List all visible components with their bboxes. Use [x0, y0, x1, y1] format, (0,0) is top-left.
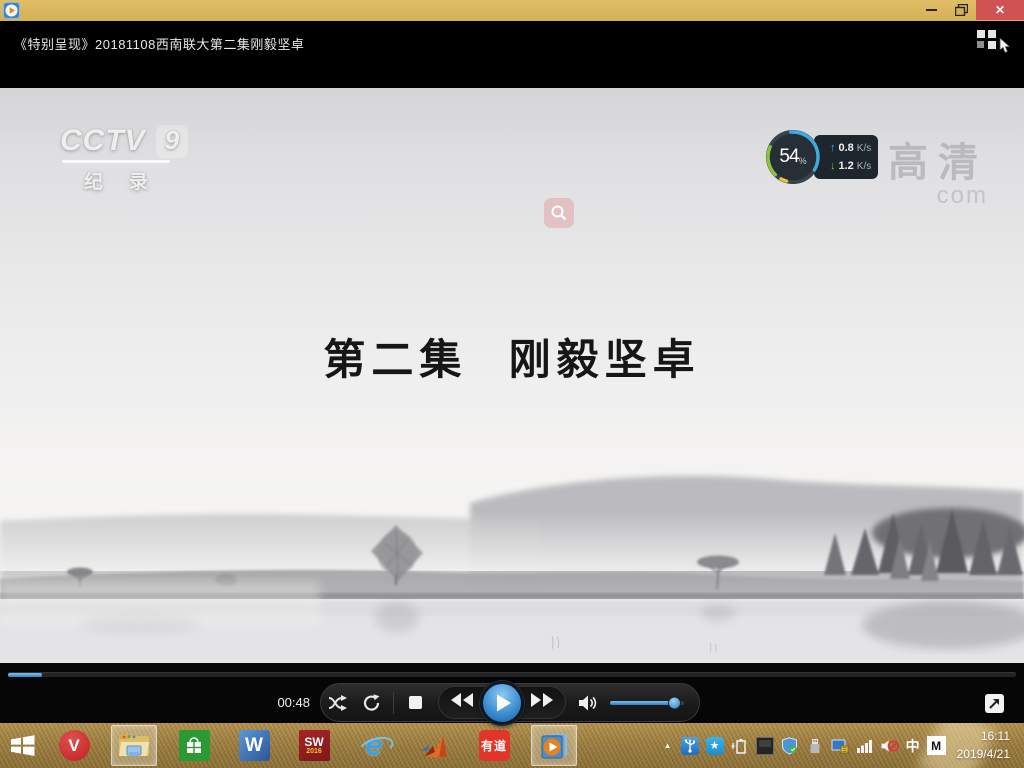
muted-speaker-icon[interactable] [881, 737, 899, 755]
fast-forward-button[interactable] [529, 692, 555, 713]
elapsed-time: 00:48 [240, 695, 310, 710]
taskbar-app-solidworks[interactable]: SW 2016 [291, 725, 337, 766]
power-plug-icon[interactable] [731, 737, 749, 755]
app-icon [3, 2, 20, 19]
channel-watermark: CCTV 9 纪录 [60, 124, 188, 194]
matlab-icon [419, 733, 449, 759]
video-title: 《特别呈现》20181108西南联大第二集刚毅坚卓 [14, 34, 304, 53]
playlist-grid-icon[interactable] [977, 30, 996, 49]
security-shield-icon[interactable] [781, 737, 799, 755]
internet-explorer-icon: e [357, 729, 391, 763]
seek-bar[interactable] [8, 672, 1016, 677]
upload-arrow-icon: ↑ [830, 142, 836, 154]
cbox-player-icon [538, 731, 570, 761]
taskbar-app-youdao[interactable]: 有道 [471, 725, 517, 766]
taskbar-clock[interactable]: 16:11 2019/4/21 [953, 728, 1018, 763]
replay-icon [362, 693, 382, 713]
network-speed-panel: ↑ 0.8 K/s ↓ 1.2 K/s [814, 135, 878, 179]
usb-drive-icon[interactable] [806, 737, 824, 755]
fast-forward-icon [529, 692, 555, 708]
solidworks-icon: SW 2016 [299, 730, 330, 761]
logo-underline [62, 160, 170, 163]
channel-number: 9 [156, 125, 188, 158]
volume-slider[interactable] [610, 701, 684, 705]
search-overlay-icon[interactable] [544, 198, 574, 228]
close-icon: ✕ [995, 3, 1005, 17]
speaker-icon [578, 694, 600, 712]
hd-watermark: 高清 com [888, 130, 988, 210]
clock-date: 2019/4/21 [957, 746, 1010, 763]
play-icon [496, 694, 512, 712]
shuffle-icon [327, 694, 349, 712]
download-speed: ↓ 1.2 K/s [830, 160, 872, 172]
taskbar-app-matlab[interactable] [411, 725, 457, 766]
transport-group [438, 686, 566, 719]
stop-icon [408, 695, 423, 710]
start-button[interactable] [0, 723, 44, 768]
channel-subtitle: 纪录 [84, 167, 188, 194]
close-button[interactable]: ✕ [976, 0, 1024, 20]
taskbar-app-cbox-player[interactable] [531, 725, 577, 766]
signal-bars-icon[interactable] [856, 737, 874, 755]
show-hidden-icons-button[interactable]: ▲ [662, 737, 674, 755]
system-tray: ▲ ★ [662, 723, 1024, 768]
taskbar-app-internet-explorer[interactable]: e [351, 725, 397, 766]
shuffle-button[interactable] [321, 688, 355, 718]
file-explorer-icon [118, 732, 151, 760]
application-window: ✕ 《特别呈现》20181108西南联大第二集刚毅坚卓 [0, 0, 1024, 768]
restore-button[interactable] [946, 0, 976, 20]
buffer-percent: 54 % [764, 128, 822, 186]
usb-device-icon[interactable] [681, 737, 699, 755]
taskbar-app-windows-store[interactable] [171, 725, 217, 766]
restore-icon [955, 4, 968, 16]
episode-title: 第二集 刚毅坚卓 [0, 326, 1024, 387]
star-bubble-icon[interactable]: ★ [706, 737, 724, 755]
upload-speed: ↑ 0.8 K/s [830, 142, 872, 154]
taskbar-app-file-explorer[interactable] [111, 725, 157, 766]
letterbox-top: 《特别呈现》20181108西南联大第二集刚毅坚卓 [0, 21, 1024, 88]
replay-button[interactable] [355, 688, 389, 718]
windows-logo-icon [9, 732, 36, 759]
volume-knob[interactable] [668, 696, 681, 709]
play-button[interactable] [480, 681, 524, 725]
clock-time: 16:11 [957, 728, 1010, 745]
taskbar-app-v[interactable]: V [51, 725, 97, 766]
volume-fill [610, 701, 675, 705]
taskbar: V [0, 723, 1024, 768]
mouse-cursor [999, 38, 1012, 54]
video-area[interactable]: CCTV 9 纪录 ↑ 0.8 K/s ↓ 1. [0, 88, 1024, 663]
windows-store-icon [179, 730, 210, 761]
input-method-indicator[interactable]: 中 [906, 737, 920, 755]
rewind-button[interactable] [449, 692, 475, 713]
word-icon: W [239, 730, 270, 761]
minimize-button[interactable] [916, 0, 946, 20]
controls-pill [320, 683, 700, 722]
arrow-out-icon [988, 697, 1001, 710]
volume-button[interactable] [576, 688, 602, 718]
ime-mode-badge[interactable]: M [927, 736, 946, 755]
download-arrow-icon: ↓ [830, 160, 836, 172]
remote-desktop-icon[interactable] [831, 737, 849, 755]
cctv-logo-text: CCTV [60, 124, 146, 158]
rewind-icon [449, 692, 475, 708]
taskbar-app-word[interactable]: W [231, 725, 277, 766]
stop-button[interactable] [398, 688, 432, 718]
touchpad-icon[interactable] [756, 737, 774, 755]
window-titlebar[interactable]: ✕ [0, 0, 1024, 21]
seek-bar-fill [8, 673, 42, 677]
buffer-widget: ↑ 0.8 K/s ↓ 1.2 K/s 54 % [764, 128, 884, 188]
youdao-icon: 有道 [479, 730, 510, 761]
divider [393, 692, 394, 714]
magnifier-icon [550, 204, 568, 222]
popout-button[interactable] [985, 694, 1004, 713]
v-app-icon: V [59, 730, 90, 761]
player-controlbar: 00:48 [0, 663, 1024, 723]
ink-landscape [0, 433, 1024, 663]
